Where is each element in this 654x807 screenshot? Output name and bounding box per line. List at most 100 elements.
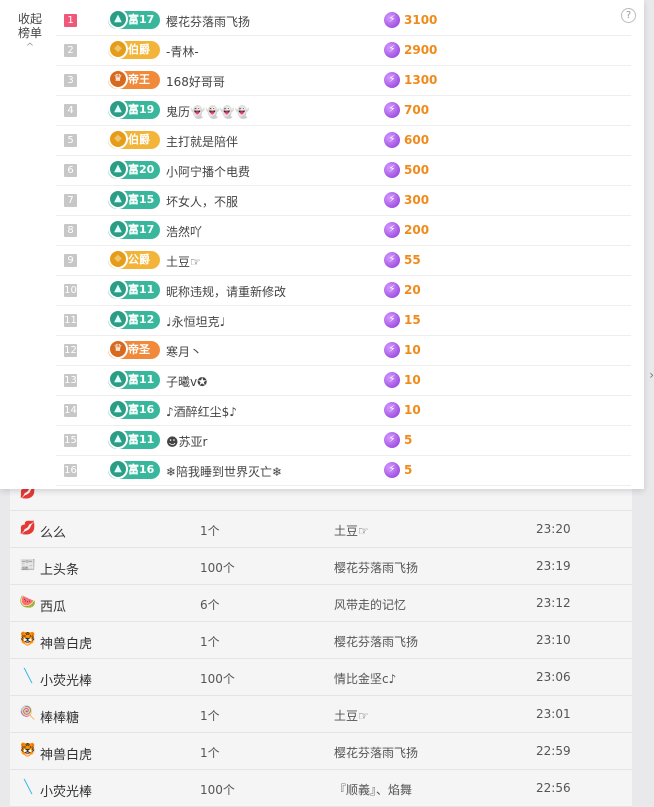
noble-badge-icon: ◆ xyxy=(108,129,128,149)
ranking-row[interactable]: 1 ▲ 富17 樱花芬落雨飞扬 ⚡ 3100 xyxy=(56,6,631,36)
gift-sender[interactable]: 樱花芬落雨飞扬 xyxy=(334,559,418,576)
rank-number: 14 xyxy=(64,404,77,417)
user-name[interactable]: 小阿宁播个电费 xyxy=(166,163,250,180)
collapse-label-line1: 收起 xyxy=(17,12,42,26)
ranking-row[interactable]: 5 ◆ 伯爵 主打就是陪伴 ⚡ 600 xyxy=(56,126,631,156)
lightning-icon: ⚡ xyxy=(384,222,400,238)
badge-label: 富11 xyxy=(128,373,155,386)
gift-name: 神兽白虎 xyxy=(40,748,93,763)
user-name[interactable]: 168好哥哥 xyxy=(166,73,225,90)
user-name[interactable]: 寒月丶 xyxy=(166,343,202,360)
ranking-row[interactable]: 8 ▲ 富17 浩然吖 ⚡ 200 xyxy=(56,216,631,246)
user-name[interactable]: ♩永恒坦克♩ xyxy=(166,313,225,330)
contribution-score: 10 xyxy=(404,343,421,357)
user-name[interactable]: ☻苏亚r xyxy=(166,433,207,450)
glowstick-icon: ╲ xyxy=(24,669,32,684)
lightning-icon: ⚡ xyxy=(384,12,400,28)
contribution-score: 3100 xyxy=(404,13,438,27)
lightning-icon: ⚡ xyxy=(384,132,400,148)
badge-label: 富15 xyxy=(128,193,155,206)
rank-number: 16 xyxy=(64,464,77,477)
ranking-row[interactable]: 14 ▲ 富16 ♪酒醉红尘$♪ ⚡ 10 xyxy=(56,396,631,426)
emperor-badge-icon: ♛ xyxy=(108,339,128,359)
user-name[interactable]: ♪酒醉红尘$♪ xyxy=(166,403,237,420)
gift-sender[interactable]: 樱花芬落雨飞扬 xyxy=(334,744,418,761)
ranking-row[interactable]: 10 ▲ 富11 昵称违规，请重新修改 ⚡ 20 xyxy=(56,276,631,306)
gift-sender[interactable]: 土豆☞ xyxy=(334,707,369,724)
level-badge: ▲ 富15 xyxy=(108,189,160,209)
chevron-right-icon[interactable]: › xyxy=(649,368,654,382)
rank-number: 10 xyxy=(64,284,77,297)
lightning-icon: ⚡ xyxy=(384,372,400,388)
white-tiger-icon: 🐯 xyxy=(19,632,37,647)
watermelon-icon: 🍉 xyxy=(19,595,37,610)
level-badge: ▲ 富17 xyxy=(108,219,160,239)
gift-record-row: 💋 xyxy=(10,485,632,511)
rich-badge-icon: ▲ xyxy=(108,309,128,329)
gift-record-row: 🍉 西瓜 6个 风带走的记忆 23:12 xyxy=(10,585,632,622)
badge-label: 公爵 xyxy=(128,253,150,266)
glowstick-icon: ╲ xyxy=(24,780,32,795)
contribution-score: 15 xyxy=(404,313,421,327)
noble-badge-icon: ◆ xyxy=(108,249,128,269)
rich-badge-icon: ▲ xyxy=(108,429,128,449)
user-name[interactable]: 子曦v✪ xyxy=(166,373,207,390)
contribution-score: 10 xyxy=(404,403,421,417)
badge-label: 富11 xyxy=(128,283,155,296)
ranking-row[interactable]: 16 ▲ 富16 ❄陪我睡到世界灭亡❄ ⚡ 5 xyxy=(56,456,631,486)
user-name[interactable]: -青林- xyxy=(166,43,199,60)
level-badge: ◆ 公爵 xyxy=(108,249,160,269)
user-name[interactable]: 昵称违规，请重新修改 xyxy=(166,283,286,300)
ranking-row[interactable]: 9 ◆ 公爵 土豆☞ ⚡ 55 xyxy=(56,246,631,276)
ranking-row[interactable]: 2 ◆ 伯爵 -青林- ⚡ 2900 xyxy=(56,36,631,66)
ranking-list: 1 ▲ 富17 樱花芬落雨飞扬 ⚡ 3100 2 ◆ 伯爵 -青林- ⚡ 2900 3 ♛ 帝王 168好哥哥… xyxy=(56,6,631,486)
ranking-row[interactable]: 6 ▲ 富20 小阿宁播个电费 ⚡ 500 xyxy=(56,156,631,186)
gift-sender[interactable]: 『顺義』、焰舞 xyxy=(334,781,412,798)
lightning-icon: ⚡ xyxy=(384,252,400,268)
gift-sender[interactable]: 土豆☞ xyxy=(334,522,369,539)
contribution-score: 500 xyxy=(404,163,430,177)
user-name[interactable]: 樱花芬落雨飞扬 xyxy=(166,13,250,30)
gift-sender[interactable]: 情比金坚c♪ xyxy=(334,670,396,687)
ranking-row[interactable]: 3 ♛ 帝王 168好哥哥 ⚡ 1300 xyxy=(56,66,631,96)
gift-name: 西瓜 xyxy=(40,600,67,615)
gift-time: 23:20 xyxy=(536,522,571,536)
contribution-score: 700 xyxy=(404,103,430,117)
lightning-icon: ⚡ xyxy=(384,72,400,88)
gift-sender[interactable]: 樱花芬落雨飞扬 xyxy=(334,633,418,650)
lollipop-icon: 🍭 xyxy=(19,706,37,721)
gift-time: 23:06 xyxy=(536,670,571,684)
user-name[interactable]: 坏女人，不服 xyxy=(166,193,238,210)
rank-number: 5 xyxy=(64,134,77,147)
lips-icon: 💋 xyxy=(19,521,37,536)
user-name[interactable]: 鬼历👻👻👻👻 xyxy=(166,103,250,120)
user-name[interactable]: 浩然吖 xyxy=(166,223,202,240)
user-name[interactable]: 土豆☞ xyxy=(166,253,201,270)
gift-quantity: 1个 xyxy=(200,635,220,649)
collapse-label-line2: 榜单 xyxy=(17,26,42,40)
contribution-score: 600 xyxy=(404,133,430,147)
user-name[interactable]: 主打就是陪伴 xyxy=(166,133,238,150)
ranking-row[interactable]: 7 ▲ 富15 坏女人，不服 ⚡ 300 xyxy=(56,186,631,216)
rank-number: 9 xyxy=(64,254,77,267)
ranking-row[interactable]: 13 ▲ 富11 子曦v✪ ⚡ 10 xyxy=(56,366,631,396)
contribution-score: 200 xyxy=(404,223,430,237)
level-badge: ▲ 富16 xyxy=(108,399,160,419)
gift-sender[interactable]: 风带走的记忆 xyxy=(334,596,406,613)
noble-badge-icon: ◆ xyxy=(108,39,128,59)
ranking-row[interactable]: 12 ♛ 帝圣 寒月丶 ⚡ 10 xyxy=(56,336,631,366)
lightning-icon: ⚡ xyxy=(384,462,400,478)
level-badge: ◆ 伯爵 xyxy=(108,39,160,59)
rich-badge-icon: ▲ xyxy=(108,459,128,479)
gift-quantity: 1个 xyxy=(200,524,220,538)
user-name[interactable]: ❄陪我睡到世界灭亡❄ xyxy=(166,463,282,480)
collapse-ranking-button[interactable]: 收起 榜单 ^ xyxy=(14,12,46,55)
level-badge: ▲ 富12 xyxy=(108,309,160,329)
rank-number: 7 xyxy=(64,194,77,207)
ranking-row[interactable]: 11 ▲ 富12 ♩永恒坦克♩ ⚡ 15 xyxy=(56,306,631,336)
ranking-row[interactable]: 4 ▲ 富19 鬼历👻👻👻👻 ⚡ 700 xyxy=(56,96,631,126)
level-badge: ▲ 富11 xyxy=(108,369,160,389)
contribution-score: 300 xyxy=(404,193,430,207)
ranking-row[interactable]: 15 ▲ 富11 ☻苏亚r ⚡ 5 xyxy=(56,426,631,456)
gift-name: 棒棒糖 xyxy=(40,711,80,726)
